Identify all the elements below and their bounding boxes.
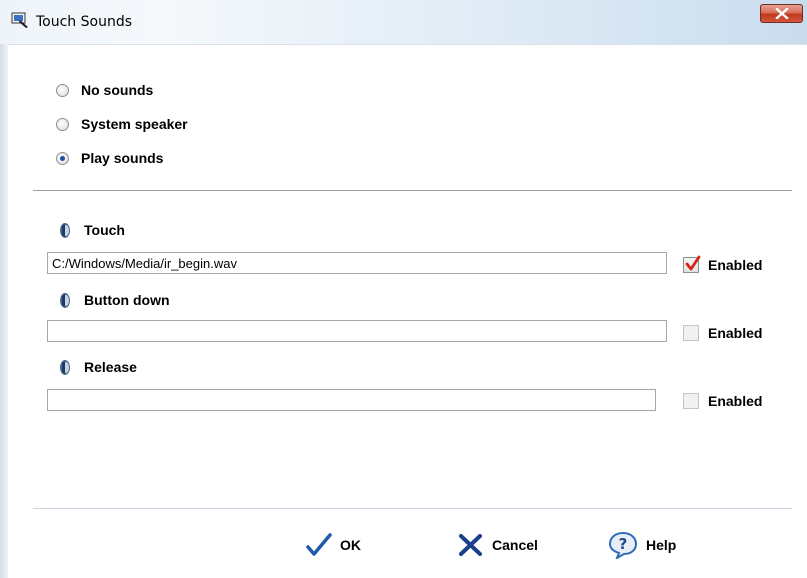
checkmark-icon <box>306 533 332 556</box>
radio-system-speaker[interactable]: System speaker <box>56 114 188 134</box>
close-button[interactable] <box>760 4 803 23</box>
close-icon <box>459 534 482 556</box>
radio-button[interactable] <box>56 83 69 97</box>
help-icon: ? <box>608 531 638 559</box>
help-button[interactable]: ? Help <box>608 528 676 562</box>
window-title: Touch Sounds <box>36 14 133 30</box>
radio-label: System speaker <box>81 116 188 132</box>
ok-button[interactable]: OK <box>306 528 361 562</box>
checkbox[interactable] <box>683 325 699 341</box>
touch-sounds-dialog: Touch Sounds No sounds System speaker Pl… <box>0 0 807 578</box>
cancel-button[interactable]: Cancel <box>458 528 538 562</box>
speaker-icon <box>60 359 70 375</box>
svg-text:?: ? <box>619 535 628 553</box>
enabled-label: Enabled <box>708 325 763 341</box>
release-label: Release <box>84 359 137 375</box>
release-path-field[interactable] <box>47 389 656 411</box>
enabled-label: Enabled <box>708 257 763 273</box>
touch-sound-header: Touch <box>58 220 125 240</box>
app-icon <box>11 12 28 28</box>
button-down-sound-header: Button down <box>58 290 170 310</box>
radio-label: Play sounds <box>81 150 164 166</box>
title-bar[interactable]: Touch Sounds <box>0 0 807 45</box>
help-label: Help <box>646 537 677 553</box>
radio-button[interactable] <box>56 151 69 165</box>
speaker-icon <box>60 222 70 238</box>
release-enabled-checkbox[interactable]: Enabled <box>683 391 762 411</box>
enabled-label: Enabled <box>708 393 763 409</box>
checkbox[interactable] <box>683 393 699 409</box>
button-down-label: Button down <box>84 292 170 308</box>
radio-button[interactable] <box>56 117 69 131</box>
radio-label: No sounds <box>81 82 154 98</box>
ok-label: OK <box>340 537 361 553</box>
touch-label: Touch <box>84 222 125 238</box>
radio-play-sounds[interactable]: Play sounds <box>56 148 163 168</box>
touch-path-field[interactable] <box>47 252 667 274</box>
cancel-label: Cancel <box>492 537 538 553</box>
touch-enabled-checkbox[interactable]: Enabled <box>683 255 762 275</box>
checkbox[interactable] <box>683 255 701 273</box>
checkmark-icon <box>685 255 701 271</box>
radio-no-sounds[interactable]: No sounds <box>56 80 153 100</box>
separator <box>33 190 792 191</box>
close-icon <box>775 8 789 19</box>
release-sound-header: Release <box>58 357 137 377</box>
speaker-icon <box>60 292 70 308</box>
footer-separator <box>33 508 792 509</box>
button-down-path-field[interactable] <box>47 320 667 342</box>
window-frame <box>0 44 8 578</box>
button-down-enabled-checkbox[interactable]: Enabled <box>683 323 762 343</box>
